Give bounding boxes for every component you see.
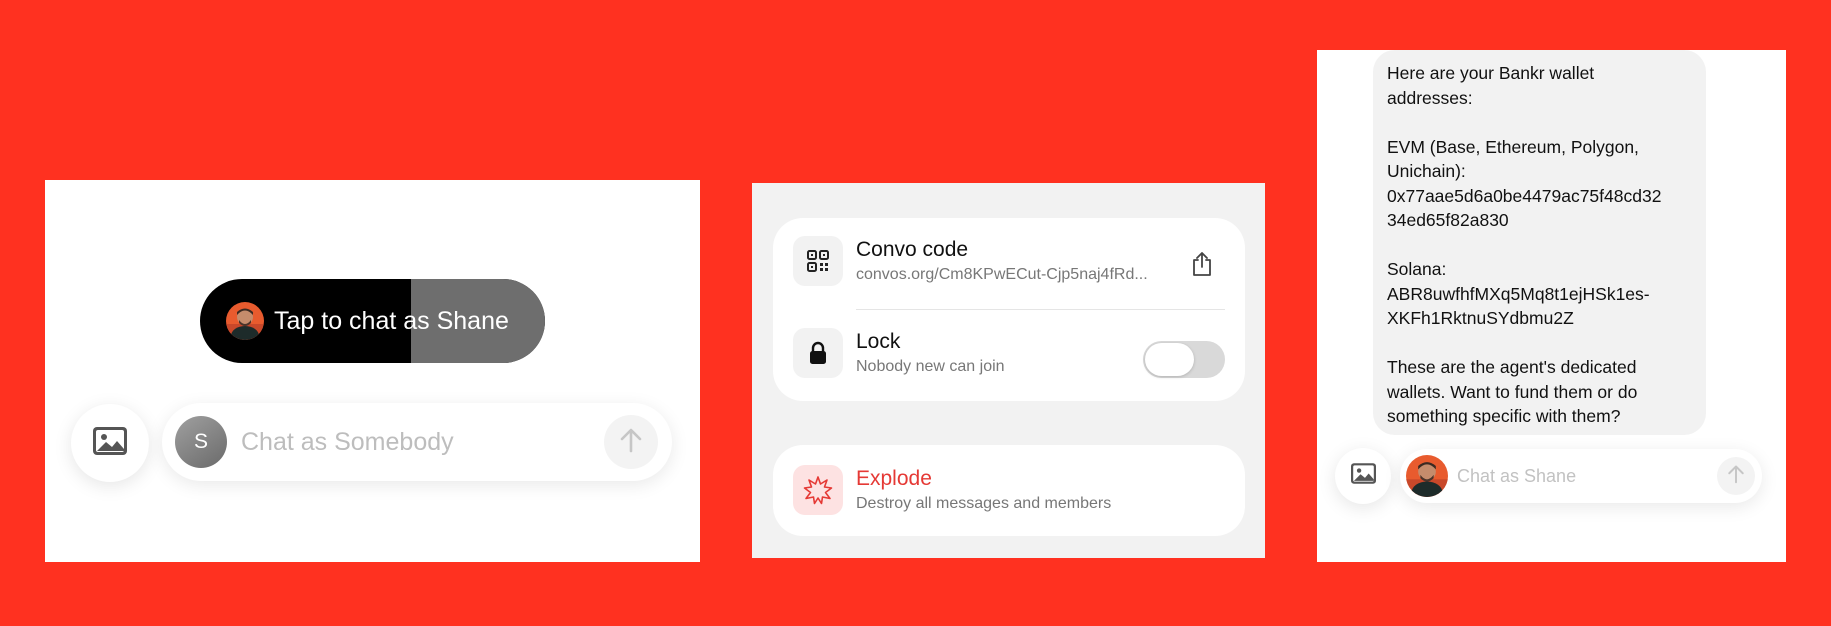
- convo-code-link: convos.org/Cm8KPwECut-Cjp5naj4fRd...: [856, 266, 1148, 283]
- arrow-up-icon: [619, 427, 643, 458]
- message-line: XKFh1RktnuSYdbmu2Z: [1387, 308, 1574, 328]
- message-line: These are the agent's dedicated: [1387, 357, 1637, 377]
- conversation-settings-panel: Convo code convos.org/Cm8KPwECut-Cjp5naj…: [752, 183, 1265, 558]
- explode-card[interactable]: Explode Destroy all messages and members: [773, 445, 1245, 536]
- message-line: [1387, 331, 1692, 356]
- message-line: ABR8uwfhfMXq5Mq8t1ejHSk1es-: [1387, 283, 1650, 304]
- chat-conversation-panel: Here are your Bankr wallet addresses: EV…: [1317, 50, 1786, 562]
- lock-subtitle: Nobody new can join: [856, 358, 1005, 375]
- share-button[interactable]: [1191, 251, 1213, 282]
- message-line: 34ed65f82a830: [1387, 210, 1509, 230]
- lock-title: Lock: [856, 330, 901, 353]
- message-line: 0x77aae5d6a0be4479ac75f48cd32: [1387, 185, 1662, 206]
- avatar: [226, 302, 264, 340]
- convo-code-title: Convo code: [856, 238, 969, 261]
- explode-row[interactable]: Explode Destroy all messages and members: [793, 465, 1225, 515]
- message-input-bar[interactable]: S Chat as Somebody: [162, 403, 672, 481]
- lock-toggle[interactable]: [1143, 341, 1225, 378]
- message-line: Here are your Bankr wallet: [1387, 63, 1595, 83]
- qr-code-icon: [793, 236, 843, 286]
- send-button[interactable]: [604, 415, 658, 469]
- message-line: wallets. Want to fund them or do: [1387, 381, 1638, 402]
- toggle-knob: [1145, 343, 1194, 376]
- divider: [856, 309, 1225, 310]
- message-input-placeholder[interactable]: Chat as Shane: [1457, 466, 1576, 487]
- arrow-up-icon: [1727, 464, 1745, 489]
- message-line: something specific with them?: [1387, 406, 1621, 426]
- message-line: Solana:: [1387, 259, 1447, 279]
- convo-code-row[interactable]: Convo code convos.org/Cm8KPwECut-Cjp5naj…: [793, 236, 1225, 286]
- photo-icon: [93, 426, 127, 460]
- send-button[interactable]: [1717, 457, 1755, 495]
- photo-icon: [1350, 463, 1376, 489]
- lock-row: Lock Nobody new can join: [793, 328, 1225, 378]
- share-icon: [1191, 252, 1213, 281]
- message-line: addresses:: [1387, 87, 1473, 108]
- message-input-bar[interactable]: Chat as Shane: [1400, 449, 1762, 503]
- message-input-placeholder[interactable]: Chat as Somebody: [241, 428, 454, 457]
- tap-to-chat-button[interactable]: Tap to chat as Shane: [200, 279, 545, 363]
- settings-card: Convo code convos.org/Cm8KPwECut-Cjp5naj…: [773, 218, 1245, 401]
- explode-subtitle: Destroy all messages and members: [856, 495, 1112, 512]
- explosion-icon: [793, 465, 843, 515]
- explode-title: Explode: [856, 467, 932, 490]
- avatar: [1406, 455, 1448, 497]
- photo-button[interactable]: [71, 404, 149, 482]
- photo-button[interactable]: [1335, 448, 1391, 504]
- message-line: EVM (Base, Ethereum, Polygon,: [1387, 136, 1639, 157]
- agent-message-bubble: Here are your Bankr wallet addresses: EV…: [1373, 50, 1706, 435]
- message-line: Unichain):: [1387, 161, 1466, 181]
- message-line: [1387, 233, 1692, 258]
- message-line: [1387, 110, 1692, 135]
- chat-as-panel: Tap to chat as Shane S Chat as Somebody: [45, 180, 700, 562]
- tap-to-chat-label: Tap to chat as Shane: [274, 306, 509, 335]
- avatar: S: [175, 416, 227, 468]
- lock-icon: [793, 328, 843, 378]
